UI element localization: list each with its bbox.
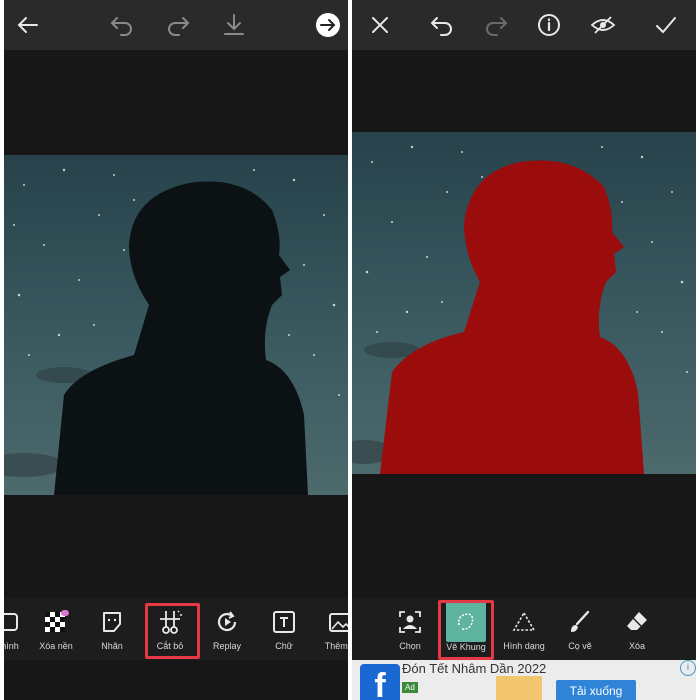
left-tool-bar: hình Xóa nền Nhãn Cắt bỏ	[4, 598, 348, 660]
triangle-icon	[510, 608, 538, 636]
facebook-logo: f	[360, 664, 400, 700]
crop-icon	[4, 608, 24, 636]
ad-image	[496, 676, 542, 700]
person-select-icon	[396, 608, 424, 636]
tool-eraser[interactable]: Xóa	[607, 598, 667, 660]
ad-title: Đón Tết Nhâm Dần 2022	[402, 661, 547, 676]
tool-remove-bg[interactable]: Xóa nền	[26, 598, 86, 660]
tool-label: Replay	[212, 641, 241, 651]
eraser-icon	[623, 608, 651, 636]
next-arrow-icon[interactable]	[314, 11, 342, 39]
add-photo-icon	[326, 608, 348, 636]
tool-text[interactable]: Chữ	[254, 598, 314, 660]
ad-banner[interactable]: f Đón Tết Nhâm Dần 2022 Ad Tải xuống i	[352, 660, 696, 700]
tool-label: Cọ vẽ	[568, 641, 592, 651]
sticker-icon	[98, 608, 126, 636]
masked-photo	[352, 132, 696, 474]
check-icon[interactable]	[652, 11, 680, 39]
tool-add-photo[interactable]: Thêm ả	[310, 598, 348, 660]
silhouette-photo	[4, 155, 348, 495]
tool-label: hình	[4, 641, 19, 651]
tool-label: Chọn	[399, 641, 421, 651]
tool-sticker[interactable]: Nhãn	[82, 598, 142, 660]
left-screen: hình Xóa nền Nhãn Cắt bỏ	[4, 0, 348, 700]
tool-label: Nhãn	[101, 641, 123, 651]
checker-icon	[42, 608, 70, 636]
right-screen: Chọn Vẽ Khung Hình dạng Cọ vẽ Xóa f Đón …	[352, 0, 696, 700]
left-top-toolbar	[4, 0, 348, 50]
cutout-highlight-box	[145, 603, 200, 659]
tool-shape[interactable]: Hình dạng	[494, 598, 554, 660]
tool-select[interactable]: Chọn	[380, 598, 440, 660]
tool-label: Xóa nền	[39, 641, 73, 651]
ad-download-button[interactable]: Tải xuống	[556, 680, 636, 700]
undo-icon[interactable]	[428, 11, 456, 39]
replay-icon	[213, 608, 241, 636]
brush-icon	[566, 608, 594, 636]
ad-badge: Ad	[402, 682, 418, 693]
right-top-toolbar	[352, 0, 696, 50]
redo-icon[interactable]	[482, 11, 510, 39]
tool-label: Chữ	[275, 641, 293, 651]
back-arrow-icon[interactable]	[14, 11, 42, 39]
redo-icon[interactable]	[164, 11, 192, 39]
tool-label: Thêm ả	[324, 641, 348, 651]
info-icon[interactable]	[535, 11, 563, 39]
hide-icon[interactable]	[589, 11, 617, 39]
tool-brush[interactable]: Cọ vẽ	[550, 598, 610, 660]
tool-label: Hình dạng	[503, 641, 545, 651]
tool-replay[interactable]: Replay	[197, 598, 257, 660]
lasso-highlight-box	[438, 600, 494, 660]
ad-info-icon[interactable]: i	[680, 660, 696, 676]
tool-label: Xóa	[628, 641, 645, 651]
undo-icon[interactable]	[108, 11, 136, 39]
text-icon	[270, 608, 298, 636]
right-tool-bar: Chọn Vẽ Khung Hình dạng Cọ vẽ Xóa	[352, 598, 696, 660]
close-icon[interactable]	[366, 11, 394, 39]
download-icon[interactable]	[220, 11, 248, 39]
